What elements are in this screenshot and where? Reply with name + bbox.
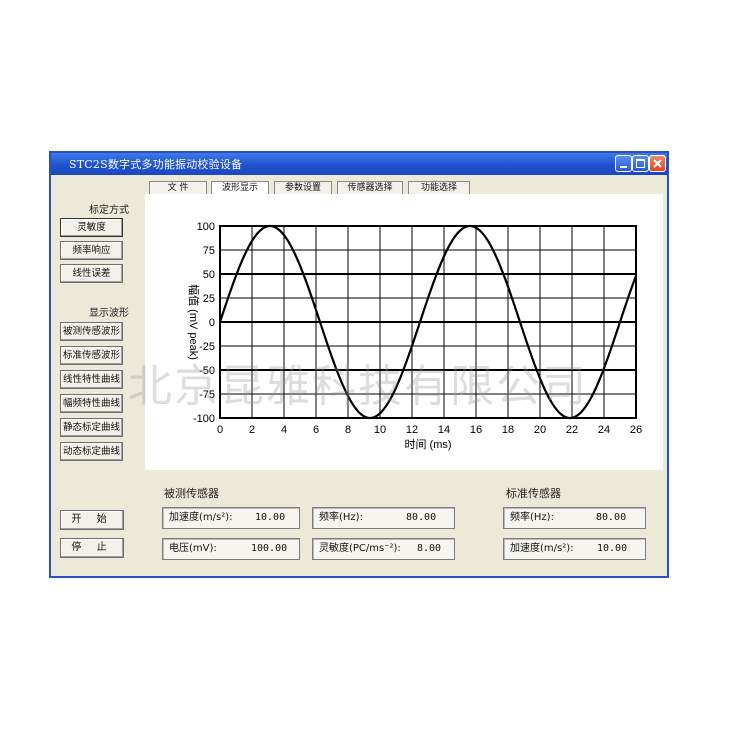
sensitivity-button[interactable]: 灵敏度 [60,218,123,237]
y-tick-label: 100 [197,221,215,233]
freq-response-button[interactable]: 频率响应 [60,241,123,260]
title-bar[interactable]: STC2S数字式多功能振动校验设备 [51,153,667,175]
minimize-button[interactable] [615,155,632,172]
x-tick-label: 18 [502,424,514,436]
x-tick-label: 16 [470,424,482,436]
measured-voltage-label: 电压(mV): [169,543,217,554]
standard-freq-field: 频率(Hz): 80.00 [503,507,646,529]
measured-sensitivity-value: 8.00 [417,543,442,554]
standard-freq-value: 80.00 [596,512,627,523]
y-tick-label: 0 [209,317,215,329]
measured-wave-button[interactable]: 被测传感波形 [60,322,123,341]
minimize-icon [620,166,627,168]
tab-function-select[interactable]: 功能选择 [408,181,470,195]
standard-wave-button[interactable]: 标准传感波形 [60,346,123,365]
y-tick-label: -50 [199,365,215,377]
y-tick-label: -75 [199,389,215,401]
x-tick-label: 10 [374,424,386,436]
window-title: STC2S数字式多功能振动校验设备 [69,158,243,171]
measured-voltage-value: 100.00 [251,543,288,554]
x-tick-label: 2 [249,424,255,436]
standard-sensor-label: 标准传感器 [506,487,561,500]
dynamic-calib-curve-button[interactable]: 动态标定曲线 [60,442,123,461]
measured-accel-field: 加速度(m/s²): 10.00 [162,507,300,529]
measured-accel-value: 10.00 [255,512,286,523]
calib-mode-label: 标定方式 [89,205,129,216]
display-wave-label: 显示波形 [89,308,129,319]
x-tick-label: 26 [630,424,642,436]
tab-parameters[interactable]: 参数设置 [274,181,332,195]
standard-freq-label: 频率(Hz): [510,512,554,523]
close-icon [653,159,662,168]
measured-freq-value: 80.00 [406,512,437,523]
amp-freq-curve-button[interactable]: 幅频特性曲线 [60,394,123,413]
close-button[interactable] [649,155,666,172]
waveform-panel: 0 2 4 6 8 10 12 14 16 18 20 22 24 26 -100 -75 -50 -25 0 25 5… [145,194,663,470]
y-tick-label: 50 [203,269,215,281]
tab-waveform[interactable]: 波形显示 [211,181,269,195]
standard-accel-label: 加速度(m/s²): [510,543,574,554]
measured-freq-label: 频率(Hz): [319,512,363,523]
y-tick-label: -25 [199,341,215,353]
measured-freq-field: 频率(Hz): 80.00 [312,507,455,529]
waveform-chart: 0 2 4 6 8 10 12 14 16 18 20 22 24 26-100-75-50-250255… [187,221,642,451]
x-tick-label: 8 [345,424,351,436]
measured-accel-label: 加速度(m/s²): [169,512,233,523]
measured-sensitivity-field: 灵敏度(PC/ms⁻²): 8.00 [312,538,455,560]
x-tick-label: 12 [406,424,418,436]
x-tick-label: 22 [566,424,578,436]
maximize-icon [636,159,645,168]
tab-file[interactable]: 文 件 [149,181,207,195]
x-axis-label: 时间 (ms) [404,438,451,451]
linearity-error-button[interactable]: 线性误差 [60,264,123,283]
measured-sensitivity-label: 灵敏度(PC/ms⁻²): [319,543,401,554]
tab-sensor-select[interactable]: 传感器选择 [337,181,403,195]
stop-button[interactable]: 停 止 [60,538,124,558]
standard-accel-field: 加速度(m/s²): 10.00 [503,538,646,560]
standard-accel-value: 10.00 [597,543,628,554]
x-tick-label: 24 [598,424,610,436]
x-tick-label: 4 [281,424,287,436]
x-tick-label: 6 [313,424,319,436]
x-tick-label: 0 [217,424,223,436]
y-tick-label: 25 [203,293,215,305]
measured-voltage-field: 电压(mV): 100.00 [162,538,300,560]
x-tick-label: 20 [534,424,546,436]
measured-sensor-label: 被测传感器 [164,487,219,500]
linearity-curve-button[interactable]: 线性特性曲线 [60,370,123,389]
x-tick-label: 14 [438,424,450,436]
y-tick-label: -100 [193,413,215,425]
maximize-button[interactable] [632,155,649,172]
app-window: STC2S数字式多功能振动校验设备 文 件 波形显示 参数设置 传感器选择 功能… [49,151,669,578]
y-tick-label: 75 [203,245,215,257]
start-button[interactable]: 开 始 [60,510,124,530]
static-calib-curve-button[interactable]: 静态标定曲线 [60,418,123,437]
y-axis-label: 幅值 (mV peak) [187,284,200,360]
